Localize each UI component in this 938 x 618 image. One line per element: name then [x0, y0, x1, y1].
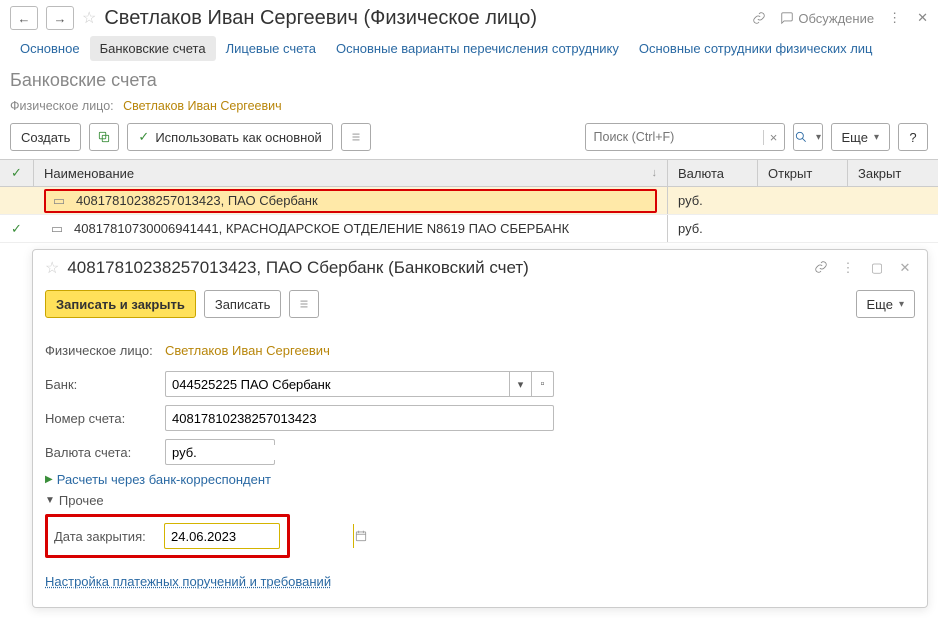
help-button[interactable]: ?	[898, 123, 928, 151]
bank-label: Банк:	[45, 377, 165, 392]
check-icon: ✓	[11, 221, 22, 237]
search-submit-button[interactable]: ▾	[793, 123, 823, 151]
account-icon: ▭	[50, 221, 64, 237]
use-as-main-label: Использовать как основной	[155, 130, 322, 145]
col-check-header[interactable]: ✓	[0, 160, 34, 186]
window-maximize-icon[interactable]: ▢	[867, 260, 887, 276]
col-opened-header[interactable]: Открыт	[758, 160, 848, 186]
person-value[interactable]: Светлаков Иван Сергеевич	[123, 99, 282, 113]
search-clear-icon[interactable]: ×	[763, 130, 784, 145]
chevron-right-icon: ▶	[45, 474, 53, 485]
tab-main[interactable]: Основное	[10, 36, 90, 61]
bank-field[interactable]: ▾ ▫	[165, 371, 554, 397]
account-icon: ▭	[52, 193, 66, 209]
more-label: Еще	[842, 130, 868, 145]
create-label: Создать	[21, 130, 70, 145]
chevron-down-icon: ▾	[874, 132, 879, 143]
sort-indicator-icon: ↓	[652, 167, 658, 179]
person-label: Физическое лицо:	[10, 99, 114, 113]
nav-back-button[interactable]: ←	[10, 6, 38, 30]
favorite-star-icon[interactable]: ☆	[45, 258, 59, 278]
search-box[interactable]: ×	[585, 123, 785, 151]
discussion-label: Обсуждение	[798, 11, 874, 26]
col-name-label: Наименование	[44, 166, 134, 181]
save-close-label: Записать и закрыть	[56, 297, 185, 312]
card-title: 40817810238257013423, ПАО Сбербанк (Банк…	[67, 258, 803, 278]
corr-bank-label: Расчеты через банк-корреспондент	[57, 472, 271, 487]
row-closed	[848, 215, 938, 242]
bank-input[interactable]	[166, 377, 509, 392]
closed-date-input[interactable]	[165, 529, 353, 544]
row-check: ✓	[0, 215, 34, 242]
link-icon[interactable]	[752, 11, 766, 25]
table-header: ✓ Наименование ↓ Валюта Открыт Закрыт	[0, 159, 938, 187]
check-icon: ✓	[138, 129, 149, 145]
more-label: Еще	[867, 297, 893, 312]
closed-date-block: Дата закрытия:	[45, 514, 290, 558]
page-title: Светлаков Иван Сергеевич (Физическое лиц…	[104, 7, 744, 30]
card-more-button[interactable]: Еще ▾	[856, 290, 915, 318]
closed-date-field[interactable]	[164, 523, 280, 549]
corr-bank-expander[interactable]: ▶ Расчеты через банк-корреспондент	[45, 472, 915, 487]
tab-bank-accounts[interactable]: Банковские счета	[90, 36, 216, 61]
chevron-down-icon: ▾	[899, 299, 904, 310]
search-input[interactable]	[586, 130, 763, 144]
col-closed-header[interactable]: Закрыт	[848, 160, 938, 186]
window-close-icon[interactable]: ✕	[917, 10, 928, 26]
currency-input[interactable]	[166, 445, 354, 460]
more-menu-icon[interactable]: ⋮	[888, 10, 903, 26]
open-ref-icon[interactable]: ▫	[531, 372, 553, 396]
acc-label: Номер счета:	[45, 411, 165, 426]
use-as-main-button[interactable]: ✓ Использовать как основной	[127, 123, 332, 151]
row-currency: руб.	[668, 215, 758, 242]
discussion-button[interactable]: Обсуждение	[780, 11, 874, 26]
table-row[interactable]: ▭ 40817810238257013423, ПАО Сбербанк руб…	[0, 187, 938, 215]
section-title: Банковские счета	[0, 68, 938, 97]
account-number-field[interactable]	[165, 405, 554, 431]
tab-personal-accounts[interactable]: Лицевые счета	[216, 36, 326, 61]
payment-settings-link[interactable]: Настройка платежных поручений и требован…	[33, 566, 927, 601]
row-name: 40817810730006941441, КРАСНОДАРСКОЕ ОТДЕ…	[74, 221, 569, 236]
row-check	[0, 187, 34, 214]
closed-date-label: Дата закрытия:	[54, 529, 156, 544]
save-close-button[interactable]: Записать и закрыть	[45, 290, 196, 318]
table-row[interactable]: ✓ ▭ 40817810730006941441, КРАСНОДАРСКОЕ …	[0, 215, 938, 243]
nav-forward-button[interactable]: →	[46, 6, 74, 30]
dropdown-icon[interactable]: ▾	[509, 372, 531, 396]
chevron-down-icon: ▼	[45, 495, 55, 506]
card-person-label: Физическое лицо:	[45, 343, 165, 358]
card-list-view-button[interactable]	[289, 290, 319, 318]
chevron-down-icon: ▾	[816, 132, 821, 143]
calendar-icon[interactable]	[353, 524, 368, 548]
row-opened	[758, 187, 848, 214]
row-currency: руб.	[668, 187, 758, 214]
tab-main-persons[interactable]: Основные сотрудники физических лиц	[629, 36, 883, 61]
create-button[interactable]: Создать	[10, 123, 81, 151]
save-button[interactable]: Записать	[204, 290, 282, 318]
tab-transfer-variants[interactable]: Основные варианты перечисления сотрудник…	[326, 36, 629, 61]
list-view-button[interactable]	[341, 123, 371, 151]
link-icon[interactable]	[811, 260, 831, 277]
col-currency-header[interactable]: Валюта	[668, 160, 758, 186]
col-name-header[interactable]: Наименование ↓	[34, 160, 668, 186]
more-button[interactable]: Еще ▾	[831, 123, 890, 151]
currency-label: Валюта счета:	[45, 445, 165, 460]
other-expander[interactable]: ▼ Прочее	[45, 493, 915, 508]
copy-button[interactable]	[89, 123, 119, 151]
row-closed	[848, 187, 938, 214]
currency-field[interactable]	[165, 439, 275, 465]
card-person-value[interactable]: Светлаков Иван Сергеевич	[165, 343, 330, 358]
save-label: Записать	[215, 297, 271, 312]
other-label: Прочее	[59, 493, 104, 508]
row-opened	[758, 215, 848, 242]
favorite-star-icon[interactable]: ☆	[82, 8, 96, 28]
more-menu-icon[interactable]: ⋮	[839, 260, 859, 276]
row-name: 40817810238257013423, ПАО Сбербанк	[76, 193, 318, 208]
account-number-input[interactable]	[166, 411, 553, 426]
window-close-icon[interactable]: ✕	[895, 260, 915, 276]
